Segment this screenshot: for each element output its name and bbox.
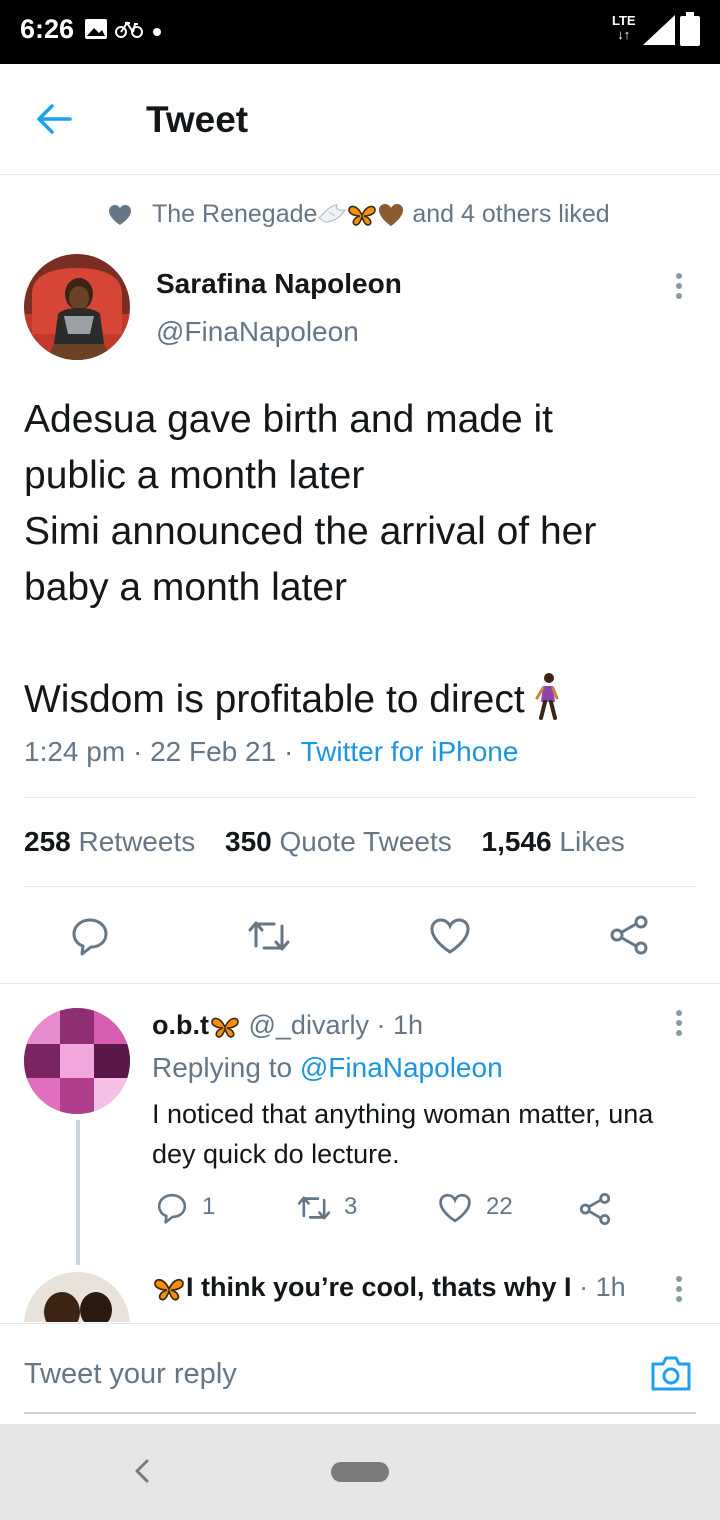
nav-home-pill[interactable] xyxy=(331,1462,389,1482)
reply-icon xyxy=(157,1193,187,1224)
divider xyxy=(24,886,696,887)
more-icon[interactable] xyxy=(674,272,684,300)
tweet-text: Adesua gave birth and made it public a m… xyxy=(24,392,694,728)
reply-author[interactable]: o.b.t @_divarly · 1h xyxy=(152,1010,423,1041)
tweet-time: 1:24 pm xyxy=(24,736,126,767)
reply-2-author[interactable]: I think you’re cool, thats why I · 1h xyxy=(152,1272,626,1303)
reply-avatar[interactable] xyxy=(24,1008,130,1114)
tweet-line: Adesua gave birth and made it xyxy=(24,398,554,441)
mention-link[interactable]: @FinaNapoleon xyxy=(300,1052,503,1083)
retweet-count: 3 xyxy=(344,1193,358,1221)
reply-2-time: 1h xyxy=(595,1272,626,1302)
reply-2-author-name: I think you’re cool, thats why I xyxy=(186,1272,572,1302)
author-name[interactable]: Sarafina Napoleon xyxy=(156,268,402,300)
dove-emoji xyxy=(318,204,347,223)
reply-composer: Tweet your reply xyxy=(0,1323,720,1424)
tweet-meta: 1:24 pm · 22 Feb 21 · Twitter for iPhone xyxy=(24,736,519,767)
signal-icon xyxy=(643,15,675,45)
butterfly-emoji xyxy=(154,1278,184,1301)
like-icon[interactable] xyxy=(429,916,471,956)
tweet-line xyxy=(24,616,694,672)
reply-input[interactable]: Tweet your reply xyxy=(24,1358,237,1391)
more-icon[interactable] xyxy=(674,1010,684,1036)
tweet-line-last: Wisdom is profitable to direct xyxy=(24,672,694,728)
reply-author-handle: @_divarly xyxy=(248,1010,369,1040)
reply-2-clipped: I think you’re cool, thats why I · 1h xyxy=(0,1268,720,1322)
retweet-icon xyxy=(297,1196,331,1220)
battery-icon xyxy=(680,12,700,46)
divider xyxy=(0,983,720,984)
image-notification-icon xyxy=(85,19,107,39)
status-bar: 6:26 LTE ↓↑ xyxy=(0,0,720,64)
reply-author-name: o.b.t xyxy=(152,1010,209,1040)
reply-count: 1 xyxy=(202,1193,216,1221)
back-arrow-icon[interactable] xyxy=(36,102,72,136)
like-count: 22 xyxy=(486,1193,513,1221)
liker-name: The Renegade xyxy=(152,200,318,228)
replying-to: Replying to @FinaNapoleon xyxy=(152,1052,503,1083)
share-icon xyxy=(579,1193,611,1225)
tweet-line: public a month later xyxy=(24,454,365,497)
walking-woman-emoji xyxy=(535,673,559,720)
heart-icon xyxy=(109,205,131,225)
reply-retweet-button[interactable]: 3 xyxy=(296,1192,357,1224)
divider xyxy=(24,797,696,798)
tweet-stats: 258 Retweets 350 Quote Tweets 1,546 Like… xyxy=(24,826,625,858)
page-title: Tweet xyxy=(146,99,249,140)
network-indicator: LTE ↓↑ xyxy=(612,13,636,42)
butterfly-emoji xyxy=(348,206,377,227)
reply-2-avatar[interactable] xyxy=(24,1272,130,1322)
reply-time: 1h xyxy=(392,1010,423,1040)
tweet-source[interactable]: Twitter for iPhone xyxy=(301,736,519,767)
tweet-line: baby a month later xyxy=(24,566,348,609)
tweet-date: 22 Feb 21 xyxy=(150,736,277,767)
dot-notification-icon xyxy=(153,28,161,36)
brown-heart-emoji xyxy=(379,204,404,227)
tweet-line: Simi announced the arrival of her xyxy=(24,510,597,553)
like-icon xyxy=(439,1193,471,1223)
reply-share-button[interactable] xyxy=(578,1192,612,1226)
system-nav-bar xyxy=(0,1424,720,1520)
author-handle[interactable]: @FinaNapoleon xyxy=(156,316,359,348)
reply-reply-button[interactable]: 1 xyxy=(156,1192,215,1224)
reply-icon[interactable] xyxy=(70,916,110,956)
more-icon[interactable] xyxy=(674,1276,684,1302)
thread-line xyxy=(76,1120,80,1265)
bicycle-notification-icon xyxy=(115,21,143,38)
reply-text: I noticed that anything woman matter, un… xyxy=(152,1099,654,1169)
reply-like-button[interactable]: 22 xyxy=(438,1192,513,1224)
camera-icon[interactable] xyxy=(650,1354,692,1392)
status-time: 6:26 xyxy=(20,14,75,44)
butterfly-emoji xyxy=(211,1017,239,1038)
retweets-stat[interactable]: 258 Retweets xyxy=(24,826,195,857)
retweet-icon[interactable] xyxy=(246,916,292,956)
author-avatar[interactable] xyxy=(24,254,130,360)
input-underline xyxy=(24,1412,696,1414)
nav-back-icon[interactable] xyxy=(134,1458,150,1484)
top-app-bar: Tweet xyxy=(0,64,720,175)
liked-others-text: and 4 others liked xyxy=(412,200,610,228)
share-icon[interactable] xyxy=(608,914,650,956)
likes-stat[interactable]: 1,546 Likes xyxy=(482,826,625,857)
quote-tweets-stat[interactable]: 350 Quote Tweets xyxy=(225,826,452,857)
